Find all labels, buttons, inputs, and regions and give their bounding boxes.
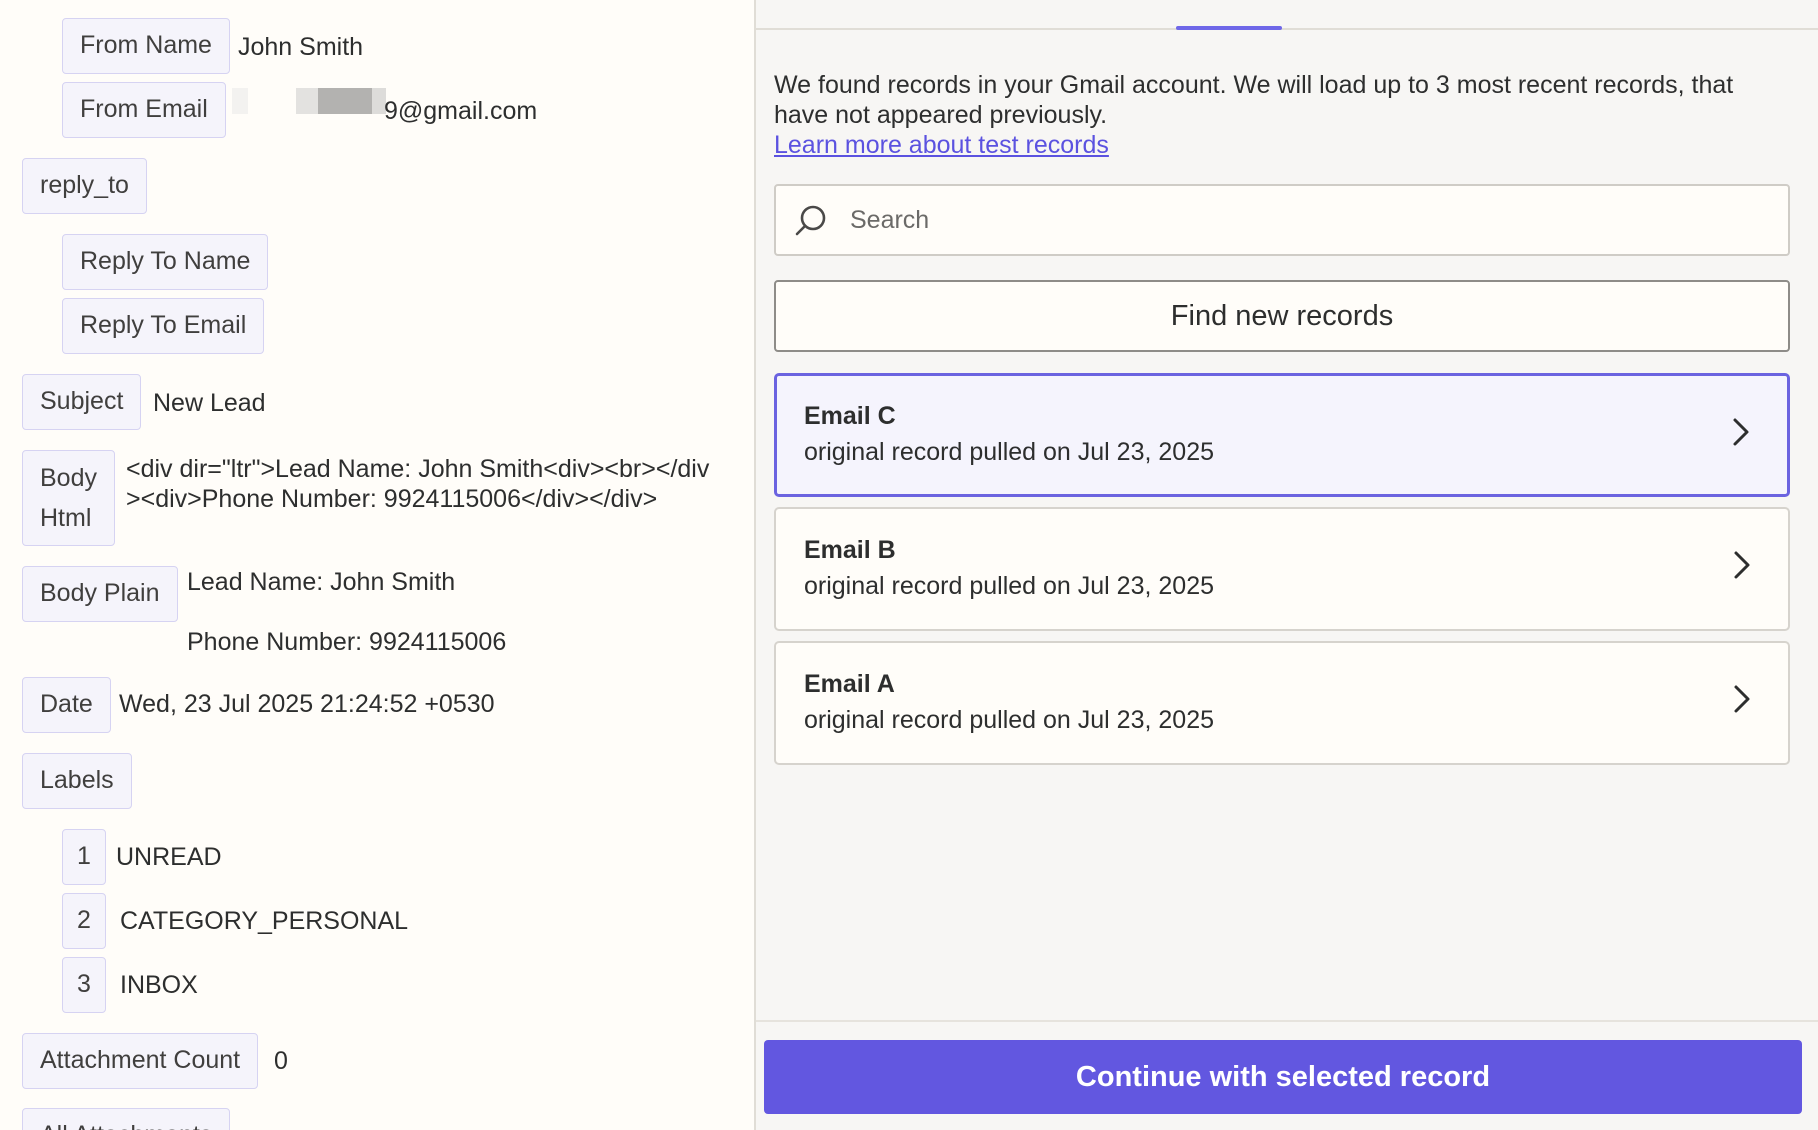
- field-label-reply-to: reply_to: [22, 158, 147, 214]
- field-label-subject: Subject: [22, 374, 142, 430]
- record-detail-panel: From Name John Smith From Email 9@gmail.…: [0, 0, 756, 1130]
- chevron-right-icon: [1730, 547, 1754, 583]
- search-box[interactable]: [774, 184, 1790, 256]
- field-label-reply-to-email: Reply To Email: [62, 298, 265, 354]
- continue-with-selected-record-button[interactable]: Continue with selected record: [764, 1040, 1802, 1114]
- field-value-attachment-count: 0: [274, 1047, 288, 1075]
- label-index: 1: [62, 829, 106, 885]
- label-item-value: INBOX: [120, 971, 198, 999]
- field-value-body-html: <div dir="ltr">Lead Name: John Smith<div…: [126, 455, 710, 513]
- record-title: Email B: [804, 536, 896, 564]
- search-icon: [794, 203, 828, 237]
- chevron-right-icon: [1729, 414, 1753, 450]
- record-picker-panel: We found records in your Gmail account. …: [756, 0, 1818, 1130]
- field-label-all-attachments: All Attachments: [22, 1108, 231, 1130]
- learn-more-link[interactable]: Learn more about test records: [774, 130, 1109, 160]
- record-subtitle: original record pulled on Jul 23, 2025: [804, 572, 1214, 600]
- field-value-from-name: John Smith: [238, 33, 364, 61]
- label-line: Body: [40, 464, 97, 492]
- redacted-block: [296, 88, 318, 114]
- field-label-from-email: From Email: [62, 82, 226, 138]
- field-value-body-plain-line2: Phone Number: 9924115006: [187, 628, 507, 656]
- field-label-date: Date: [22, 677, 111, 733]
- record-subtitle: original record pulled on Jul 23, 2025: [804, 438, 1214, 466]
- field-label-body-plain: Body Plain: [22, 566, 178, 622]
- record-title: Email C: [804, 402, 896, 430]
- search-input[interactable]: [848, 194, 1788, 246]
- field-label-attachment-count: Attachment Count: [22, 1033, 259, 1089]
- field-label-labels: Labels: [22, 753, 132, 809]
- field-value-subject: New Lead: [153, 389, 266, 417]
- redacted-block: [318, 88, 372, 114]
- record-card-email-b[interactable]: Email B original record pulled on Jul 23…: [774, 507, 1790, 631]
- field-label-body-html: Body Html: [22, 450, 115, 546]
- record-card-email-a[interactable]: Email A original record pulled on Jul 23…: [774, 641, 1790, 765]
- field-label-reply-to-name: Reply To Name: [62, 234, 269, 290]
- find-new-records-button[interactable]: Find new records: [774, 280, 1790, 352]
- app: From Name John Smith From Email 9@gmail.…: [0, 0, 1818, 1130]
- label-index: 2: [62, 893, 106, 949]
- record-title: Email A: [804, 670, 895, 698]
- label-item-value: UNREAD: [116, 843, 222, 871]
- record-card-email-c[interactable]: Email C original record pulled on Jul 23…: [774, 373, 1790, 497]
- label-line: Html: [40, 504, 92, 532]
- field-value-from-email: 9@gmail.com: [384, 97, 538, 125]
- label-index: 3: [62, 957, 106, 1013]
- field-value-body-plain-line1: Lead Name: John Smith: [187, 568, 456, 596]
- intro-text-block: We found records in your Gmail account. …: [774, 70, 1794, 160]
- intro-text: We found records in your Gmail account. …: [774, 71, 1734, 129]
- footer-divider: [756, 1020, 1818, 1022]
- chevron-right-icon: [1730, 681, 1754, 717]
- redacted-block: [232, 88, 248, 114]
- field-label-from-name: From Name: [62, 18, 230, 74]
- active-tab-indicator: [1176, 26, 1282, 30]
- tab-bar: [756, 0, 1818, 30]
- label-item-value: CATEGORY_PERSONAL: [120, 907, 409, 935]
- field-value-date: Wed, 23 Jul 2025 21:24:52 +0530: [119, 690, 495, 718]
- record-subtitle: original record pulled on Jul 23, 2025: [804, 706, 1214, 734]
